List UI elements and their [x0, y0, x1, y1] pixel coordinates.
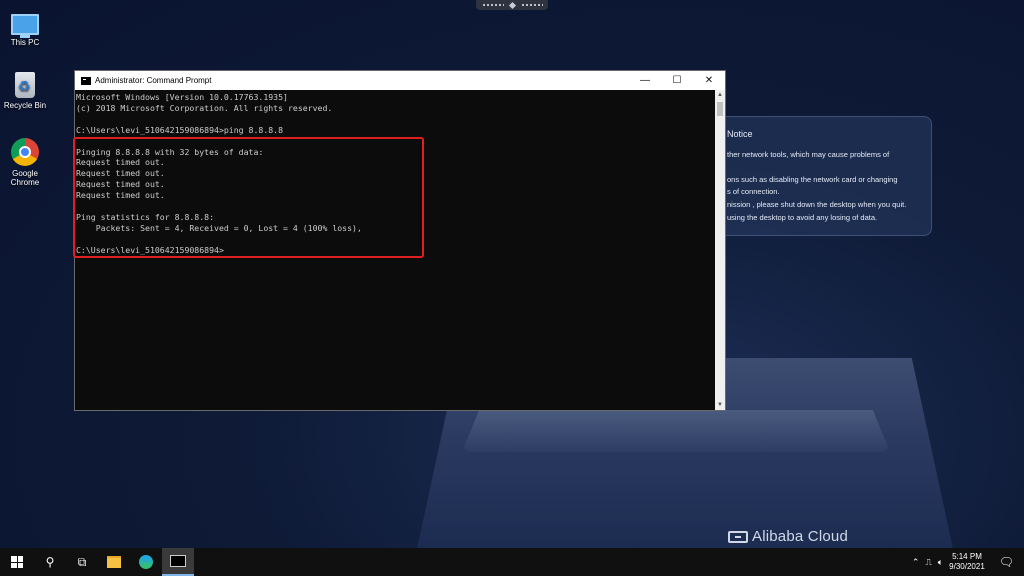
- notice-line: nission , please shut down the desktop w…: [727, 200, 907, 209]
- recycle-bin-icon: [15, 72, 35, 98]
- grip-icon: [481, 3, 504, 7]
- alibaba-logo-icon: [728, 530, 748, 543]
- task-view-icon: ⧉: [77, 554, 87, 569]
- clock-date: 9/30/2021: [949, 562, 985, 571]
- clock-time: 5:14 PM: [952, 552, 982, 561]
- desktop-icon-this-pc[interactable]: This PC: [0, 8, 50, 47]
- desktop-icon-google-chrome[interactable]: Google Chrome: [0, 138, 50, 187]
- scroll-thumb[interactable]: [717, 102, 723, 116]
- notice-line: ther network tools, which may cause prob…: [727, 150, 890, 159]
- desktop-icon-recycle-bin[interactable]: Recycle Bin: [0, 72, 50, 110]
- chevron-up-icon[interactable]: ⌃: [912, 557, 920, 568]
- brand-text: Alibaba Cloud: [752, 528, 848, 545]
- remote-session-toolbar[interactable]: [476, 0, 548, 10]
- window-titlebar[interactable]: Administrator: Command Prompt — ☐ ✕: [75, 71, 725, 90]
- scroll-down-icon[interactable]: ▼: [715, 400, 725, 410]
- notice-line: ons such as disabling the network card o…: [727, 175, 898, 184]
- cmd-taskbar-button[interactable]: [162, 548, 194, 576]
- edge-icon: [139, 555, 153, 569]
- clock[interactable]: 5:14 PM 9/30/2021: [949, 552, 985, 572]
- maximize-button[interactable]: ☐: [661, 75, 693, 86]
- grip-icon: [520, 3, 543, 7]
- chrome-icon: [11, 138, 39, 166]
- start-button[interactable]: [0, 548, 34, 576]
- desktop-icon-label: Google Chrome: [10, 169, 40, 187]
- cmd-app-icon: [81, 76, 91, 85]
- task-view-button[interactable]: ⧉: [66, 548, 98, 576]
- network-icon[interactable]: ⎍: [925, 557, 931, 568]
- taskbar: ⚲ ⧉ ⌃ ⎍ 🔈︎ 5:14 PM 9/30/2021 🗨︎: [0, 548, 1024, 576]
- desktop-icon-label: Recycle Bin: [3, 101, 47, 110]
- window-title: Administrator: Command Prompt: [95, 76, 212, 85]
- close-button[interactable]: ✕: [693, 75, 725, 86]
- scroll-up-icon[interactable]: ▲: [715, 90, 725, 100]
- notice-card: Notice ther network tools, which may cau…: [706, 116, 932, 236]
- notice-title: Notice: [727, 129, 753, 139]
- alibaba-cloud-logo: Alibaba Cloud: [728, 528, 848, 545]
- vertical-scrollbar[interactable]: ▲ ▼: [715, 90, 725, 410]
- highlight-box: [73, 137, 424, 258]
- desktop-icon-label: This PC: [10, 38, 40, 47]
- cloud-device-top: [462, 410, 890, 452]
- search-icon: ⚲: [45, 555, 55, 569]
- file-explorer-button[interactable]: [98, 548, 130, 576]
- notice-line: using the desktop to avoid any losing of…: [727, 213, 878, 222]
- edge-button[interactable]: [130, 548, 162, 576]
- pin-icon[interactable]: [508, 1, 516, 9]
- system-tray: ⌃ ⎍ 🔈︎ 5:14 PM 9/30/2021 🗨︎: [912, 548, 1024, 576]
- folder-icon: [107, 556, 121, 568]
- notifications-icon[interactable]: 🗨︎: [999, 555, 1014, 569]
- volume-icon[interactable]: 🔈︎: [938, 557, 943, 568]
- notice-line: s of connection.: [727, 187, 780, 196]
- windows-logo-icon: [11, 556, 23, 568]
- minimize-button[interactable]: —: [629, 75, 661, 86]
- cmd-icon: [170, 555, 186, 567]
- search-button[interactable]: ⚲: [34, 548, 66, 576]
- computer-icon: [11, 14, 39, 38]
